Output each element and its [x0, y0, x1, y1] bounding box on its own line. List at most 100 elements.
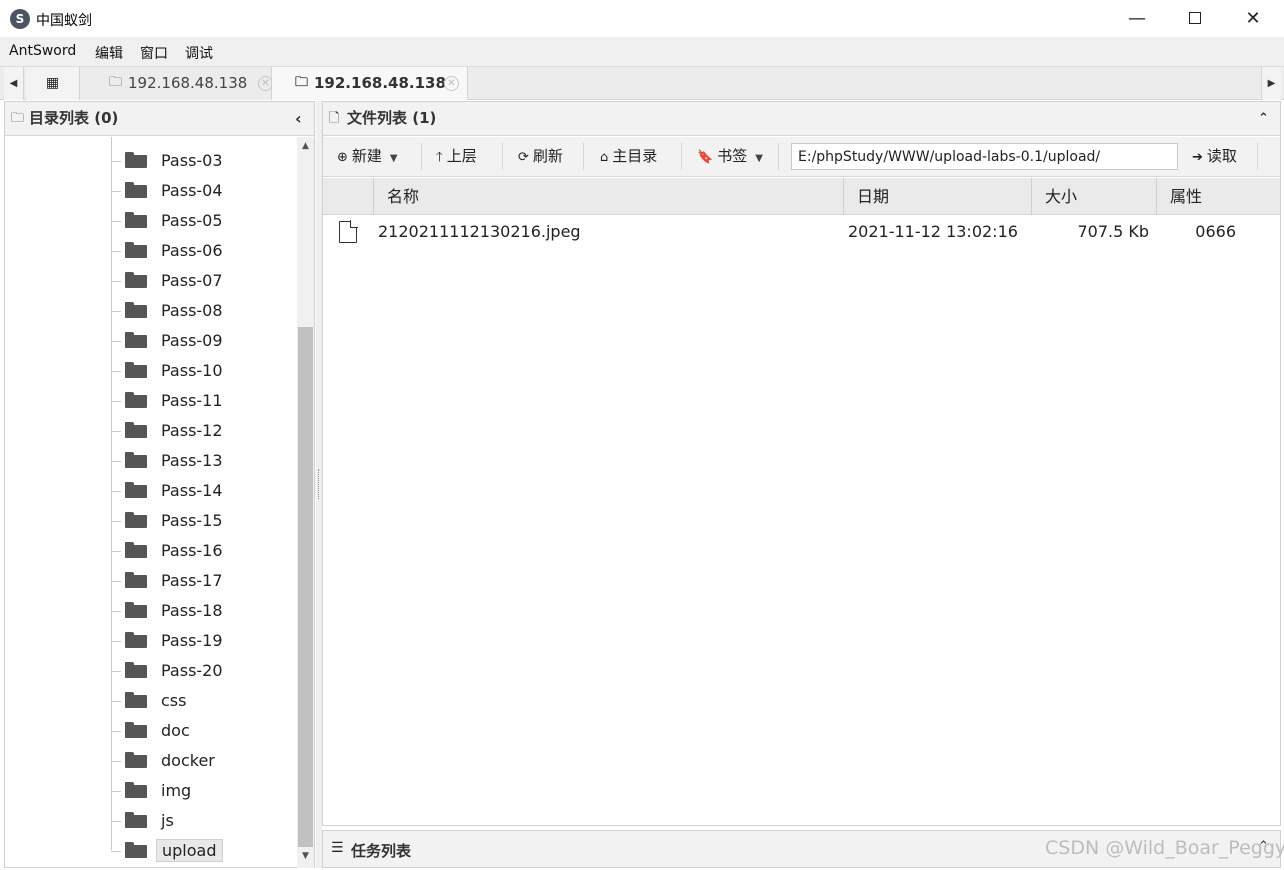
tree-branch-line: [111, 671, 121, 672]
caret-right-icon: ▶: [1267, 78, 1276, 89]
tree-item[interactable]: Pass-18: [111, 597, 291, 627]
tab-home[interactable]: ▦: [26, 67, 80, 100]
folder-icon: [125, 632, 147, 648]
folder-icon: [125, 242, 147, 258]
tree-item[interactable]: Pass-12: [111, 417, 291, 447]
folder-icon: [125, 482, 147, 498]
tree-item[interactable]: docker: [111, 747, 291, 777]
tab-shell-2[interactable]: 🗀 192.168.48.138 ✕: [272, 67, 468, 100]
folder-icon: [125, 512, 147, 528]
file-list-title: 文件列表 (1): [347, 109, 437, 127]
watermark: CSDN @Wild_Boar_Peggy: [1045, 837, 1284, 859]
refresh-button[interactable]: ⟳ 刷新: [518, 137, 563, 176]
table-row[interactable]: 2120211112130216.jpeg 2021-11-12 13:02:1…: [323, 215, 1280, 251]
tree-branch-line: [111, 401, 121, 402]
tree-item-label: css: [161, 691, 187, 710]
tree-item[interactable]: Pass-05: [111, 207, 291, 237]
maximize-button[interactable]: [1166, 0, 1224, 38]
tree-item[interactable]: img: [111, 777, 291, 807]
column-header-date[interactable]: 日期: [843, 178, 1031, 215]
tree-branch-line: [111, 161, 121, 162]
menu-edit[interactable]: 编辑: [95, 43, 123, 63]
path-input[interactable]: [791, 143, 1178, 170]
minimize-icon: —: [1128, 8, 1146, 29]
toolbar-separator: [1257, 143, 1258, 170]
read-button[interactable]: ➔ 读取: [1192, 137, 1237, 176]
caret-down-icon: ▼: [389, 153, 398, 164]
tree-item-label: Pass-09: [161, 331, 223, 350]
toolbar-separator: [778, 143, 779, 170]
tree-item[interactable]: Pass-14: [111, 477, 291, 507]
column-header-name[interactable]: 名称: [373, 178, 843, 215]
tree-item[interactable]: Pass-13: [111, 447, 291, 477]
tree-item[interactable]: doc: [111, 717, 291, 747]
tree-item[interactable]: Pass-11: [111, 387, 291, 417]
collapse-left-icon[interactable]: ‹: [295, 102, 302, 135]
tree-item[interactable]: Pass-15: [111, 507, 291, 537]
column-header-attributes[interactable]: 属性: [1156, 178, 1280, 215]
tab-close-icon[interactable]: ✕: [258, 76, 273, 91]
folder-icon: [125, 452, 147, 468]
menu-window[interactable]: 窗口: [140, 43, 168, 63]
folder-icon: [125, 302, 147, 318]
new-button[interactable]: ⊕ 新建 ▼: [337, 137, 398, 176]
scroll-down-icon[interactable]: ▼: [297, 851, 314, 861]
bookmark-button[interactable]: 🔖 书签 ▼: [697, 137, 763, 176]
tree-item[interactable]: js: [111, 807, 291, 837]
folder-icon: [125, 392, 147, 408]
toolbar-separator: [502, 143, 503, 170]
tree-item[interactable]: css: [111, 687, 291, 717]
splitter-grip[interactable]: [318, 469, 320, 499]
up-level-button[interactable]: 🡑 上层: [436, 137, 477, 176]
tree-branch-line: [111, 821, 121, 822]
menu-antsword[interactable]: AntSword: [9, 43, 76, 59]
scroll-up-icon[interactable]: ▲: [297, 141, 314, 151]
tree-item[interactable]: Pass-04: [111, 177, 291, 207]
caret-left-icon: ◀: [9, 78, 18, 89]
menu-debug[interactable]: 调试: [185, 43, 213, 63]
column-header-size[interactable]: 大小: [1031, 178, 1156, 215]
tree-item-label: Pass-20: [161, 661, 223, 680]
file-toolbar: ⊕新建 ▼ 🡑上层 ⟳刷新 ⌂主目录 🔖书签 ▼ ➔读取: [323, 137, 1280, 177]
tree-branch-line: [111, 761, 121, 762]
tree-item-label: Pass-17: [161, 571, 223, 590]
minimize-button[interactable]: —: [1108, 0, 1166, 38]
tree-item[interactable]: Pass-08: [111, 297, 291, 327]
tree-item[interactable]: Pass-19: [111, 627, 291, 657]
tree-item[interactable]: upload: [111, 837, 291, 867]
tree-item[interactable]: Pass-16: [111, 537, 291, 567]
folder-icon: [125, 362, 147, 378]
tree-item[interactable]: Pass-17: [111, 567, 291, 597]
tab-scroll-left-button[interactable]: ◀: [4, 67, 24, 100]
tree-item-label: js: [161, 811, 174, 830]
tree-branch-line: [111, 341, 121, 342]
home-icon: ⌂: [600, 150, 609, 165]
folder-icon: [125, 812, 147, 828]
arrow-right-icon: ➔: [1192, 150, 1203, 165]
tab-label: 192.168.48.138: [128, 74, 248, 92]
tree-item[interactable]: Pass-07: [111, 267, 291, 297]
tree-item[interactable]: Pass-09: [111, 327, 291, 357]
tree-branch-line: [111, 281, 121, 282]
scrollbar-thumb[interactable]: [298, 327, 313, 847]
tab-scroll-right-button[interactable]: ▶: [1261, 67, 1281, 100]
collapse-up-icon[interactable]: ⌃: [1258, 102, 1269, 135]
tree-item[interactable]: Pass-20: [111, 657, 291, 687]
tree-item-label: Pass-11: [161, 391, 223, 410]
tab-close-icon[interactable]: ✕: [444, 76, 459, 91]
toolbar-separator: [583, 143, 584, 170]
tree-item[interactable]: Pass-03: [111, 147, 291, 177]
tree-branch-line: [111, 491, 121, 492]
tree-item-label: upload: [156, 839, 223, 862]
home-directory-button[interactable]: ⌂ 主目录: [600, 137, 657, 176]
tab-shell-1[interactable]: 🗀 192.168.48.138 ✕: [80, 67, 273, 100]
folder-icon: [125, 542, 147, 558]
antsword-logo-icon: S: [10, 9, 30, 29]
tree-scrollbar[interactable]: ▲ ▼: [297, 137, 314, 868]
tree-item[interactable]: Pass-06: [111, 237, 291, 267]
tree-item-label: Pass-16: [161, 541, 223, 560]
close-button[interactable]: ✕: [1224, 0, 1282, 38]
menu-bar: AntSword 编辑 窗口 调试: [0, 38, 1284, 66]
tree-item[interactable]: Pass-10: [111, 357, 291, 387]
tree-item-label: Pass-18: [161, 601, 223, 620]
